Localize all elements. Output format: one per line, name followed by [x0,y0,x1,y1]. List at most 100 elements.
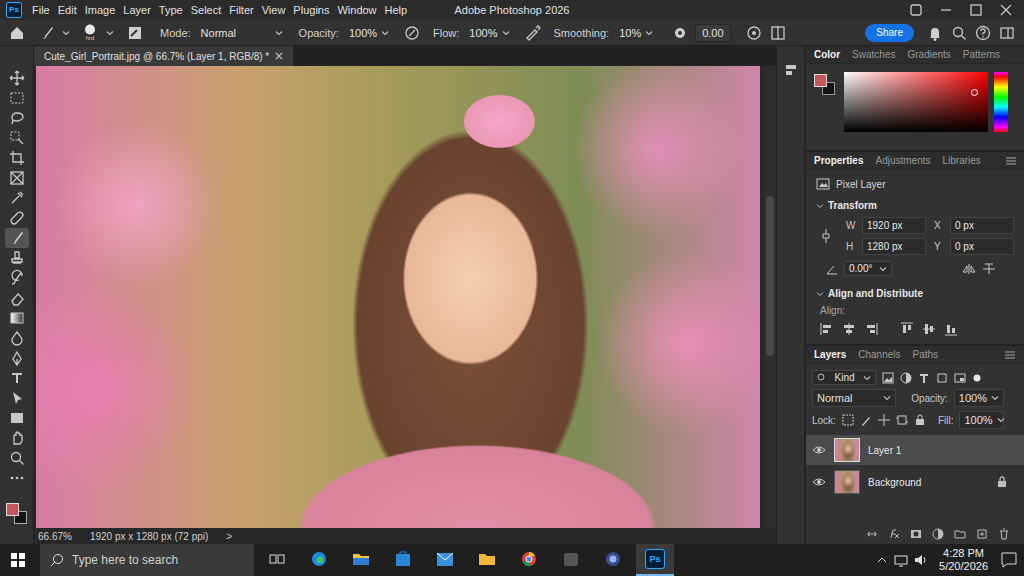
maximize-icon[interactable] [964,2,988,18]
picker-marker[interactable] [971,89,978,96]
filter-shape-icon[interactable] [936,372,948,384]
color-picker-field[interactable] [844,72,988,132]
eye-icon[interactable] [812,476,826,488]
align-2-icon[interactable] [864,322,878,336]
layer-thumbnail[interactable] [834,470,860,494]
link-dimensions-icon[interactable] [820,226,832,246]
blend-mode-select[interactable]: Normal [812,389,896,407]
field-box[interactable]: 0 px [950,238,1014,255]
properties-panel-tabs-tab[interactable]: Libraries [943,152,981,169]
tool-1-icon[interactable] [5,88,29,108]
ps-logo-icon[interactable]: Ps [6,2,22,18]
tool-7-icon[interactable] [5,208,29,228]
tool-18-icon[interactable] [5,428,29,448]
tool-20-icon[interactable] [5,468,29,488]
filter-type-icon[interactable] [918,372,930,384]
menu-item[interactable]: View [258,4,290,16]
brush-preset[interactable]: hrd [80,24,100,42]
flip-horizontal-icon[interactable] [962,263,976,275]
tool-16-icon[interactable] [5,388,29,408]
new-layer-icon[interactable] [976,528,988,540]
transform-field[interactable]: X0 px [934,217,1014,234]
taskbar-search[interactable]: Type here to search [40,544,254,576]
color-panel-tabs-tab[interactable]: Gradients [907,46,950,63]
mode-select[interactable]: Normal [197,24,287,42]
search-icon[interactable] [950,24,968,42]
properties-panel-tabs-tab[interactable]: Adjustments [875,152,930,169]
gear-icon[interactable] [671,24,689,42]
photoshop-app-icon[interactable]: Ps [636,544,674,576]
filter-smart-object-icon[interactable] [954,372,966,384]
angle-field[interactable]: 0.00 [695,24,730,42]
panel-menu-icon[interactable] [1004,350,1016,360]
home-icon[interactable] [8,24,26,42]
field-box[interactable]: 1280 px [862,238,926,255]
align-4-icon[interactable] [922,322,936,336]
taskbar-app-8-icon[interactable] [594,544,632,576]
tool-3-icon[interactable] [5,128,29,148]
taskbar-app-1-icon[interactable] [300,544,338,576]
transform-field[interactable]: Y0 px [934,238,1014,255]
taskbar-app-7-icon[interactable] [552,544,590,576]
angle-select[interactable]: 0.00° [844,261,892,276]
color-panel-tabs-tab[interactable]: Patterns [963,46,1000,63]
fill-select[interactable]: 100% [959,411,1004,429]
menu-item[interactable]: Select [187,4,226,16]
filter-toggle-icon[interactable] [972,373,982,383]
menu-item[interactable]: Layer [119,4,155,16]
taskbar-app-2-icon[interactable] [342,544,380,576]
arrange-icon[interactable] [904,2,928,18]
taskbar-app-4-icon[interactable] [426,544,464,576]
properties-panel-tabs-tab[interactable]: Properties [814,152,863,169]
menu-item[interactable]: Edit [54,4,81,16]
tool-5-icon[interactable] [5,168,29,188]
photo-canvas[interactable] [36,66,760,528]
menu-item[interactable]: Filter [225,4,257,16]
eye-icon[interactable] [812,444,826,456]
link-layers-icon[interactable] [866,528,878,540]
tab-close-icon[interactable] [275,52,283,60]
tray-overflow-icon[interactable] [875,553,889,567]
taskbar-app-3-icon[interactable] [384,544,422,576]
layer-name[interactable]: Background [868,477,988,488]
layers-panel-tabs-tab[interactable]: Paths [913,346,939,363]
layer-lock[interactable] [996,444,1008,456]
share-button[interactable]: Share [865,24,914,42]
transform-field[interactable]: H1280 px [846,238,926,255]
tool-13-icon[interactable] [5,328,29,348]
tool-10-icon[interactable] [5,268,29,288]
menu-item[interactable]: Type [155,4,187,16]
opacity-select[interactable]: 100% [345,24,393,42]
arrange-panels-icon[interactable] [783,62,799,78]
menu-item[interactable]: File [28,4,54,16]
flip-vertical-icon[interactable] [982,263,996,275]
lock-paint-icon[interactable] [860,414,872,426]
align-0-icon[interactable] [820,322,834,336]
workspace-icon[interactable] [998,24,1016,42]
tool-17-icon[interactable] [5,408,29,428]
align-header[interactable]: Align and Distribute [816,288,1014,299]
align-1-icon[interactable] [842,322,856,336]
zoom-level[interactable]: 66.67% [38,531,72,542]
speaker-icon[interactable] [913,553,929,567]
layer-name[interactable]: Layer 1 [868,445,988,456]
taskbar-app-5-icon[interactable] [468,544,506,576]
windows-start-icon[interactable] [0,544,36,576]
transform-header[interactable]: Transform [816,200,1014,211]
lock-position-icon[interactable] [878,414,890,426]
folder-icon[interactable] [954,528,966,540]
pressure-size-icon[interactable] [745,24,763,42]
menu-item[interactable]: Image [81,4,120,16]
tool-11-icon[interactable] [5,288,29,308]
hue-slider[interactable] [994,72,1008,132]
trash-icon[interactable] [998,528,1010,540]
fx-icon[interactable] [888,528,900,540]
notification-icon[interactable] [998,549,1020,571]
panel-menu-icon[interactable] [1005,156,1017,166]
layers-panel-tabs-tab[interactable]: Layers [814,346,846,363]
layer-lock[interactable] [996,476,1008,488]
tool-12-icon[interactable] [5,308,29,328]
layer-opacity-select[interactable]: 100% [954,389,1004,407]
symmetry-icon[interactable] [769,24,787,42]
tool-8-icon[interactable] [5,228,29,248]
